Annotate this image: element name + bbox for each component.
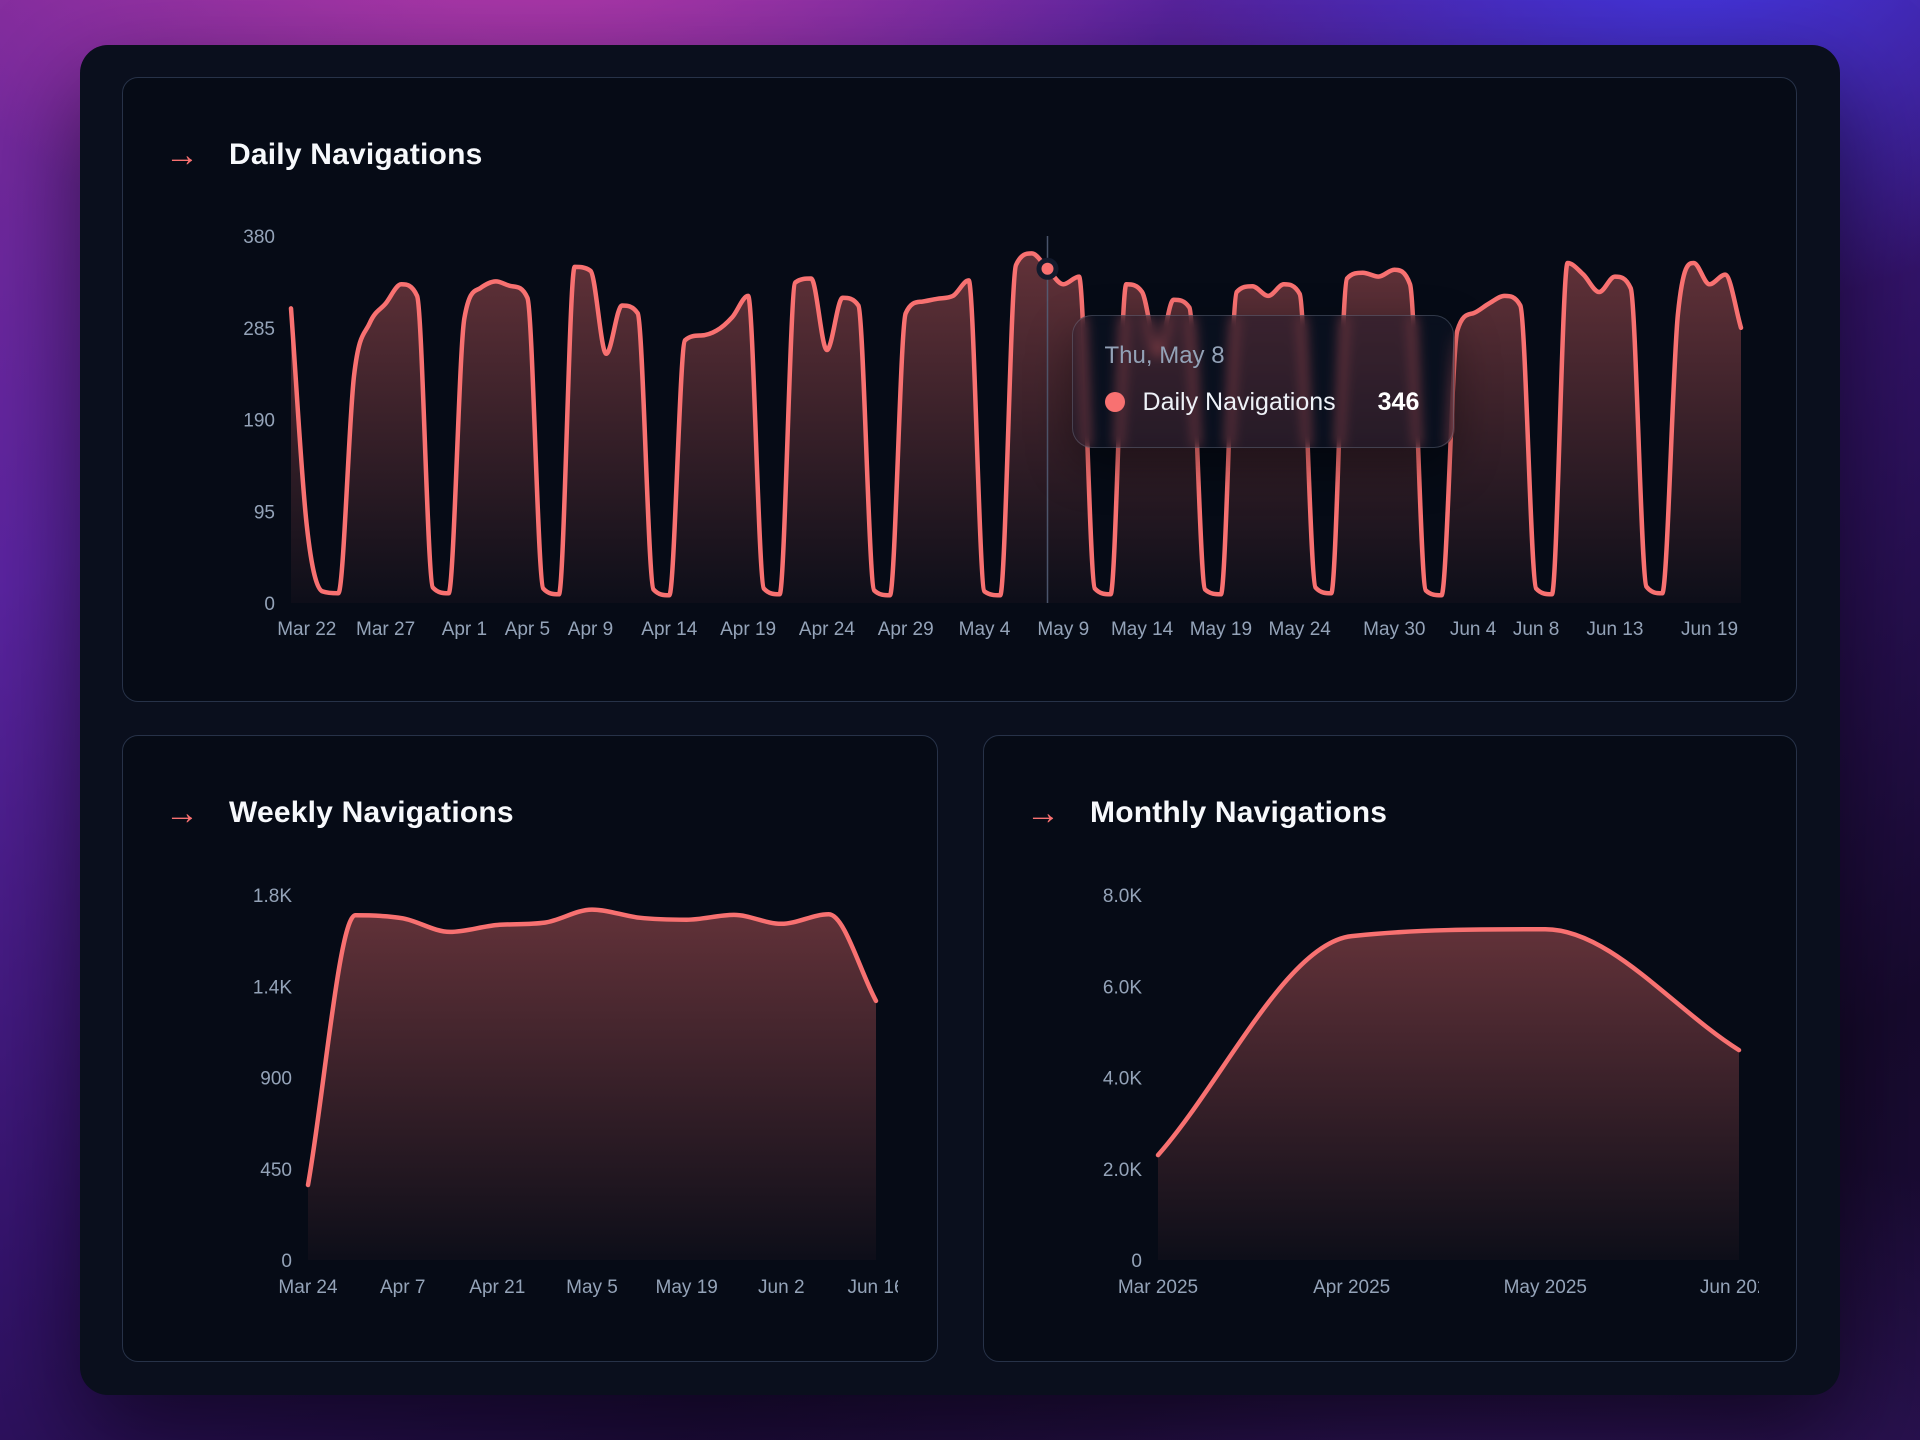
y-tick-label: 285 (243, 319, 275, 340)
y-tick-label: 900 (260, 1069, 292, 1090)
x-tick-label: Mar 24 (278, 1277, 338, 1298)
y-tick-label: 0 (1131, 1251, 1142, 1272)
x-tick-label: Apr 1 (442, 619, 487, 640)
x-tick-label: Jun 2025 (1700, 1277, 1759, 1298)
x-tick-label: Apr 29 (878, 619, 934, 640)
x-tick-label: May 14 (1111, 619, 1174, 640)
x-tick-label: Mar 2025 (1118, 1277, 1198, 1298)
weekly-card-header: → Weekly Navigations (165, 792, 514, 834)
x-tick-label: May 2025 (1504, 1277, 1587, 1298)
x-tick-label: May 19 (1190, 619, 1252, 640)
monthly-chart-svg: 0 2.0K 4.0K 6.0K 8.0K Mar 2025 Apr 2025 May 202… (1024, 857, 1759, 1307)
daily-chart-title: Daily Navigations (229, 134, 482, 176)
weekly-navigations-card: → Weekly Navigations 0 450 900 1.4K 1.8K Mar … (122, 735, 938, 1362)
y-tick-label: 6.0K (1103, 977, 1142, 998)
x-tick-label: Apr 9 (568, 619, 613, 640)
series-dot-icon (1105, 392, 1125, 412)
x-tick-label: May 5 (566, 1277, 618, 1298)
daily-navigations-card: → Daily Navigations 0 95 190 285 380 Mar 22 Ma… (122, 77, 1797, 702)
x-tick-label: Apr 5 (505, 619, 550, 640)
weekly-area (308, 910, 876, 1260)
daily-area (291, 253, 1741, 603)
y-tick-label: 0 (264, 594, 275, 615)
daily-card-header: → Daily Navigations (165, 134, 482, 176)
x-tick-label: Jun 16 (847, 1277, 898, 1298)
tooltip-series-label: Daily Navigations (1143, 388, 1336, 417)
hover-point-marker (1039, 260, 1056, 277)
x-tick-label: Jun 2 (758, 1277, 804, 1298)
y-tick-label: 190 (243, 411, 275, 432)
y-tick-label: 4.0K (1103, 1069, 1142, 1090)
x-tick-label: Apr 21 (469, 1277, 525, 1298)
weekly-chart-title: Weekly Navigations (229, 792, 514, 834)
x-tick-label: May 19 (656, 1277, 718, 1298)
arrow-right-icon: → (165, 792, 199, 834)
daily-chart-svg: 0 95 190 285 380 Mar 22 Mar 27 Apr 1 Apr 5 Apr 9 A… (163, 199, 1756, 649)
x-tick-label: Apr 14 (641, 619, 697, 640)
x-tick-label: Jun 4 (1450, 619, 1497, 640)
monthly-navigations-card: → Monthly Navigations 0 2.0K 4.0K 6.0K 8.0K M… (983, 735, 1797, 1362)
x-tick-label: Apr 19 (720, 619, 776, 640)
x-tick-label: Jun 8 (1513, 619, 1559, 640)
monthly-chart-title: Monthly Navigations (1090, 792, 1387, 834)
chart-tooltip: Thu, May 8 Daily Navigations 346 (1072, 315, 1455, 448)
tooltip-date: Thu, May 8 (1105, 342, 1420, 370)
x-tick-label: Mar 22 (277, 619, 336, 640)
tooltip-row: Daily Navigations 346 (1105, 388, 1420, 417)
y-tick-label: 380 (243, 227, 275, 248)
app-window: → Daily Navigations 0 95 190 285 380 Mar 22 Ma… (80, 45, 1840, 1395)
y-tick-label: 450 (260, 1160, 292, 1181)
x-tick-label: May 30 (1363, 619, 1425, 640)
y-tick-label: 0 (281, 1251, 292, 1272)
monthly-chart[interactable]: 0 2.0K 4.0K 6.0K 8.0K Mar 2025 Apr 2025 May 202… (1024, 857, 1759, 1312)
y-tick-label: 2.0K (1103, 1160, 1142, 1181)
x-tick-label: Apr 7 (380, 1277, 425, 1298)
arrow-right-icon: → (165, 134, 199, 176)
tooltip-value: 346 (1378, 388, 1420, 417)
x-tick-label: Jun 19 (1681, 619, 1738, 640)
monthly-area (1158, 929, 1739, 1260)
monthly-card-header: → Monthly Navigations (1026, 792, 1387, 834)
daily-chart[interactable]: 0 95 190 285 380 Mar 22 Mar 27 Apr 1 Apr 5 Apr 9 A… (163, 199, 1756, 654)
x-tick-label: May 4 (959, 619, 1011, 640)
y-tick-label: 1.4K (253, 977, 292, 998)
x-tick-label: May 9 (1037, 619, 1089, 640)
weekly-chart[interactable]: 0 450 900 1.4K 1.8K Mar 24 Apr 7 Apr 21 May 5 May… (163, 857, 898, 1312)
y-tick-label: 8.0K (1103, 886, 1142, 907)
x-tick-label: Apr 24 (799, 619, 855, 640)
x-tick-label: Apr 2025 (1313, 1277, 1390, 1298)
x-tick-label: Mar 27 (356, 619, 415, 640)
y-tick-label: 1.8K (253, 886, 292, 907)
arrow-right-icon: → (1026, 792, 1060, 834)
x-tick-label: May 24 (1269, 619, 1332, 640)
y-tick-label: 95 (254, 502, 275, 523)
weekly-chart-svg: 0 450 900 1.4K 1.8K Mar 24 Apr 7 Apr 21 May 5 May… (163, 857, 898, 1307)
x-tick-label: Jun 13 (1586, 619, 1643, 640)
